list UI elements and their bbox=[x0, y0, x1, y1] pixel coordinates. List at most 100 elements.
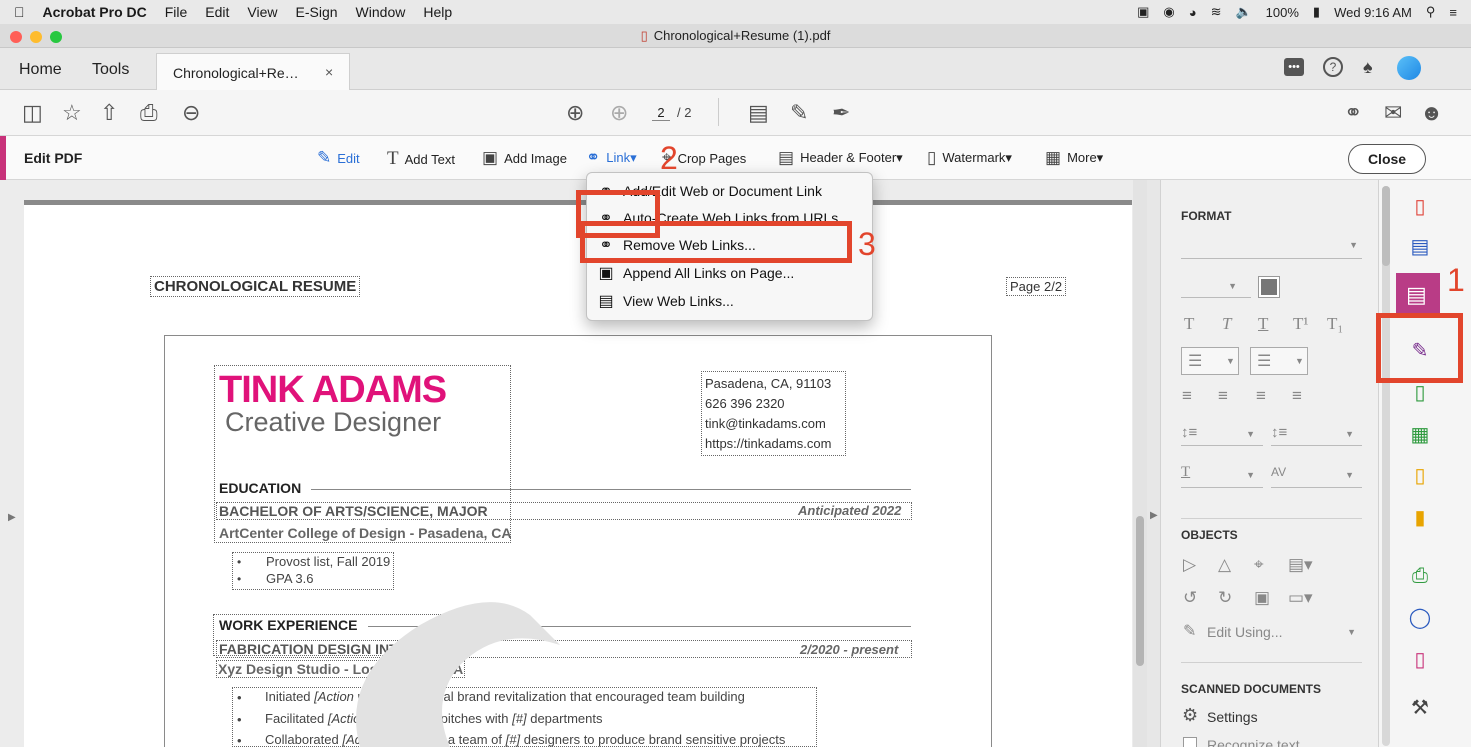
font-family-select[interactable]: ▼ bbox=[1181, 237, 1362, 259]
rotate-ccw-icon[interactable]: ↺ bbox=[1183, 588, 1197, 608]
help-icon[interactable]: ? bbox=[1323, 57, 1343, 77]
horizontal-scale-select[interactable]: T ▼ bbox=[1181, 464, 1263, 488]
send-for-comments-icon[interactable]: ▯ bbox=[1406, 462, 1434, 490]
share-link-icon[interactable]: ⚭ bbox=[1344, 101, 1362, 125]
notifications-bell-icon[interactable]: ♠ bbox=[1363, 57, 1373, 78]
tab-home[interactable]: Home bbox=[19, 61, 62, 79]
line-spacing-select[interactable]: ↕≡ ▼ bbox=[1181, 424, 1263, 446]
control-center-icon[interactable]: ≡ bbox=[1449, 5, 1457, 20]
redact-icon[interactable]: ▯ bbox=[1406, 646, 1434, 674]
edit-using-select[interactable]: ✎ Edit Using... ▼ bbox=[1181, 620, 1362, 644]
resume-header-right[interactable]: Page 2/2 bbox=[1006, 277, 1067, 296]
recording-icon[interactable]: ◉ bbox=[1163, 4, 1174, 20]
scan-ocr-icon[interactable]: ⎙ bbox=[1406, 562, 1434, 590]
scrollbar-thumb[interactable] bbox=[1136, 516, 1144, 666]
resume-header-left[interactable]: CHRONOLOGICAL RESUME bbox=[150, 276, 361, 297]
character-spacing-select[interactable]: AV ▼ bbox=[1271, 464, 1362, 488]
clock[interactable]: Wed 9:16 AM bbox=[1334, 5, 1412, 20]
previous-page-icon[interactable]: ⊕ bbox=[566, 101, 584, 125]
settings-gear-icon[interactable]: ⚙ bbox=[1182, 705, 1198, 726]
organize-pages-icon[interactable]: ▦ bbox=[1406, 421, 1434, 449]
vpn-icon[interactable]: ◕ bbox=[1189, 5, 1197, 20]
tab-tools[interactable]: Tools bbox=[92, 61, 129, 79]
recognize-text-checkbox[interactable] bbox=[1183, 737, 1197, 747]
minimize-window-icon[interactable] bbox=[30, 31, 42, 43]
add-user-icon[interactable]: ☻ bbox=[1420, 101, 1443, 125]
apple-icon[interactable]:  bbox=[14, 4, 25, 20]
edit-tool-button[interactable]: ✎ Edit bbox=[317, 148, 360, 168]
close-edit-button[interactable]: Close bbox=[1348, 144, 1426, 174]
watermark-button[interactable]: ▯ Watermark▾ bbox=[927, 148, 1012, 168]
text-style-1-icon[interactable]: T bbox=[1184, 314, 1194, 334]
menu-view[interactable]: View bbox=[247, 4, 277, 20]
menu-esign[interactable]: E-Sign bbox=[296, 4, 338, 20]
header-footer-button[interactable]: ▤ Header & Footer▾ bbox=[778, 148, 903, 168]
superscript-icon[interactable]: T¹ bbox=[1293, 314, 1308, 334]
font-size-select[interactable]: ▼ bbox=[1181, 276, 1251, 298]
justify-icon[interactable]: ≡ bbox=[1292, 386, 1302, 406]
italic-icon[interactable]: T bbox=[1222, 314, 1231, 334]
add-image-button[interactable]: ▣ Add Image bbox=[482, 148, 567, 168]
battery-label[interactable]: 100% bbox=[1266, 5, 1299, 20]
email-icon[interactable]: ✉ bbox=[1384, 101, 1402, 125]
spotlight-search-icon[interactable]: ⚲ bbox=[1426, 4, 1436, 20]
more-tools-icon[interactable]: ⚒ bbox=[1406, 694, 1434, 722]
align-center-icon[interactable]: ≡ bbox=[1218, 386, 1228, 406]
replace-image-icon[interactable]: ▣ bbox=[1254, 588, 1270, 608]
zoom-out-icon[interactable]: ⊖ bbox=[182, 101, 200, 125]
rotate-cw-icon[interactable]: ↻ bbox=[1218, 588, 1232, 608]
create-pdf-icon[interactable]: ▯ bbox=[1406, 193, 1434, 221]
rail-scrollbar[interactable] bbox=[1382, 186, 1390, 746]
settings-label[interactable]: Settings bbox=[1207, 709, 1258, 725]
subscript-icon[interactable]: T₁ bbox=[1327, 314, 1343, 334]
menu-help[interactable]: Help bbox=[423, 4, 452, 20]
align-left-icon[interactable]: ≡ bbox=[1182, 386, 1192, 406]
tab-document[interactable]: Chronological+Re… × bbox=[156, 53, 350, 91]
save-icon[interactable]: ◫ bbox=[22, 101, 43, 125]
camera-icon[interactable]: ▣ bbox=[1137, 4, 1149, 20]
add-text-button[interactable]: T Add Text bbox=[387, 148, 455, 170]
align-right-icon[interactable]: ≡ bbox=[1256, 386, 1266, 406]
upload-cloud-icon[interactable]: ⇧ bbox=[100, 101, 118, 125]
next-page-icon[interactable]: ⊕ bbox=[610, 101, 628, 125]
left-panel-toggle-icon[interactable]: ▶ bbox=[8, 512, 16, 523]
wifi-icon[interactable]: ≋ bbox=[1211, 4, 1222, 20]
arrange-icon[interactable]: ▭▾ bbox=[1288, 588, 1313, 608]
font-color-swatch[interactable] bbox=[1258, 276, 1280, 298]
link-button[interactable]: ⚭ Link▾ bbox=[586, 148, 637, 168]
close-window-icon[interactable] bbox=[10, 31, 22, 43]
protect-shield-icon[interactable]: ◯ bbox=[1406, 604, 1434, 632]
flip-horizontal-icon[interactable]: ▷ bbox=[1183, 555, 1196, 575]
bulleted-list-button[interactable]: ☰ ▼ bbox=[1181, 347, 1239, 375]
sign-icon[interactable]: ✒ bbox=[832, 101, 850, 125]
crop-object-icon[interactable]: ⌖ bbox=[1254, 555, 1264, 575]
menu-file[interactable]: File bbox=[165, 4, 188, 20]
zoom-window-icon[interactable] bbox=[50, 31, 62, 43]
battery-icon[interactable]: ▮ bbox=[1313, 4, 1320, 20]
combine-files-icon[interactable]: ▤ bbox=[1406, 233, 1434, 261]
contact-text-box[interactable]: Pasadena, CA, 91103 626 396 2320 tink@ti… bbox=[701, 371, 846, 456]
vertical-scrollbar[interactable] bbox=[1133, 180, 1147, 747]
flip-vertical-icon[interactable]: △ bbox=[1218, 555, 1231, 575]
comment-tool-icon[interactable]: ▮ bbox=[1406, 504, 1434, 532]
edit-pdf-tool-active[interactable]: ▤ bbox=[1396, 273, 1440, 317]
align-objects-icon[interactable]: ▤▾ bbox=[1288, 555, 1313, 575]
print-icon[interactable]: ⎙ bbox=[140, 101, 158, 125]
bookmark-star-icon[interactable]: ☆ bbox=[62, 101, 82, 125]
right-panel-toggle-icon[interactable]: ▶ bbox=[1150, 510, 1158, 521]
comment-icon[interactable]: ▤ bbox=[748, 101, 769, 125]
underline-icon[interactable]: T bbox=[1258, 314, 1268, 334]
volume-icon[interactable]: 🔈 bbox=[1235, 4, 1251, 20]
menu-item-append-links[interactable]: ▣ Append All Links on Page... bbox=[595, 260, 794, 286]
menu-edit[interactable]: Edit bbox=[205, 4, 229, 20]
avatar[interactable] bbox=[1397, 56, 1421, 80]
app-menu[interactable]: Acrobat Pro DC bbox=[43, 4, 147, 20]
close-tab-icon[interactable]: × bbox=[325, 64, 333, 80]
paragraph-spacing-select[interactable]: ↕≡ ▼ bbox=[1271, 424, 1362, 446]
page-number-input[interactable]: 2 bbox=[652, 105, 670, 121]
highlight-pen-icon[interactable]: ✎ bbox=[790, 101, 808, 125]
comments-icon[interactable]: ••• bbox=[1284, 58, 1304, 76]
menu-window[interactable]: Window bbox=[356, 4, 406, 20]
numbered-list-button[interactable]: ☰ ▼ bbox=[1250, 347, 1308, 375]
more-button[interactable]: ▦ More▾ bbox=[1045, 148, 1103, 168]
